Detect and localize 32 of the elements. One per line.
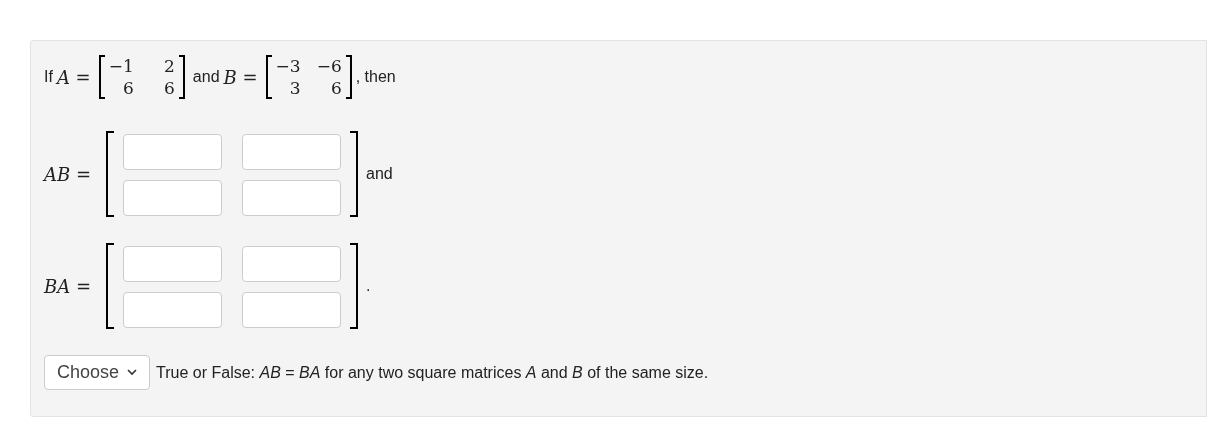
matrix-entry: −1 [108,55,134,77]
choose-dropdown[interactable]: Choose [44,355,151,390]
answer-field[interactable] [242,246,341,282]
answer-field[interactable] [123,292,222,328]
answer-field[interactable] [242,134,341,170]
math-label: BA = [44,274,93,299]
math-label: B = [223,65,258,90]
answer-field[interactable] [123,246,222,282]
question-text: , then [355,67,396,87]
answer-field[interactable] [242,180,341,216]
question-text: If [44,67,53,87]
matrix-entry: 2 [163,55,175,77]
matrix-entry: 3 [288,77,301,99]
question-text: True or False: AB = BA for any two square matrices A and B of the same size. [156,362,709,383]
matrix-entry: 6 [121,77,134,99]
answer-field[interactable] [242,292,341,328]
math-label: A = [56,65,91,90]
chevron-down-icon [127,369,138,376]
matrix-bracket [265,55,272,99]
answer-field[interactable] [123,180,222,216]
answer-field[interactable] [123,134,222,170]
matrix-bracket [98,55,105,99]
question-text: and [192,67,220,87]
matrix-entry: −6 [316,55,342,77]
math-label: AB = [44,162,93,187]
matrix-entry: 6 [329,77,342,99]
matrix-entry: −3 [275,55,301,77]
matrix-bracket [345,55,352,99]
matrix-bracket [178,55,185,99]
question-text: . [366,276,371,296]
question-text: and [366,164,393,184]
matrix-entry: 6 [163,77,175,99]
